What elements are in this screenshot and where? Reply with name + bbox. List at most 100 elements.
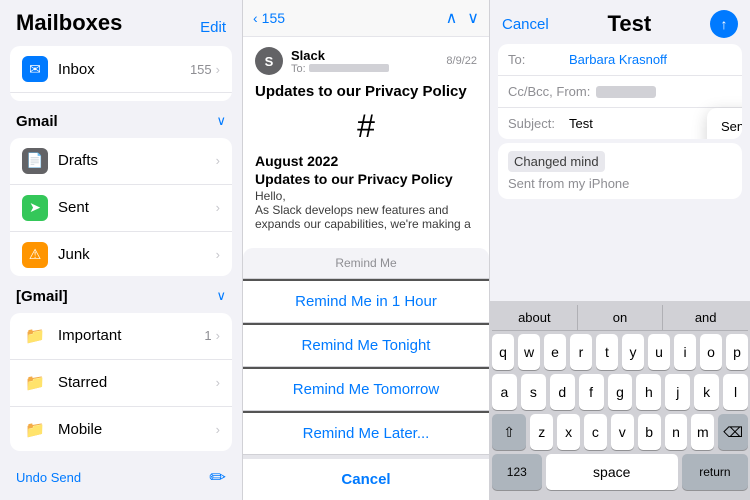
mailboxes-footer: Undo Send ✏ <box>0 455 242 500</box>
sender-avatar: S <box>255 47 283 75</box>
send-button[interactable]: ↑ <box>710 10 738 38</box>
undo-send-button[interactable]: Undo Send <box>16 470 81 485</box>
sent-icon: ➤ <box>22 195 48 221</box>
email-subject: Updates to our Privacy Policy <box>255 83 477 100</box>
key-i[interactable]: i <box>674 334 696 370</box>
vip-row[interactable]: ★ VIP › <box>10 93 232 101</box>
send-now-item[interactable]: Send Now <box>707 108 742 139</box>
return-key[interactable]: return <box>682 454 748 490</box>
suggest-and[interactable]: and <box>663 305 748 330</box>
shift-key[interactable]: ⇧ <box>492 414 526 450</box>
cc-label: Cc/Bcc, From: <box>508 84 590 99</box>
compose-cancel-button[interactable]: Cancel <box>502 16 549 33</box>
content-title1: August 2022 <box>255 153 477 169</box>
mobile-chevron: › <box>216 422 220 437</box>
starred-row[interactable]: 📁 Starred › <box>10 360 232 407</box>
key-n[interactable]: n <box>665 414 688 450</box>
from-info: Slack To: <box>291 48 446 75</box>
send-dropdown: Send Now Send 9:00 PM Tonight Send 8:00 … <box>707 108 742 139</box>
slack-logo-box: # <box>255 108 477 145</box>
key-e[interactable]: e <box>544 334 566 370</box>
gmail-sub-collapse-icon[interactable]: ∨ <box>216 288 226 304</box>
mobile-row[interactable]: 📁 Mobile › <box>10 407 232 451</box>
gmail-sub-header: [Gmail] ∨ <box>0 280 242 309</box>
remind-1hour-button[interactable]: Remind Me in 1 Hour <box>243 279 489 323</box>
compose-body[interactable]: Changed mind Sent from my iPhone <box>498 143 742 199</box>
to-label: To: <box>508 52 563 67</box>
to-pill <box>309 64 389 72</box>
key-t[interactable]: t <box>596 334 618 370</box>
drafts-label: Drafts <box>58 152 216 169</box>
sender-name: Slack <box>291 48 446 63</box>
sent-row[interactable]: ➤ Sent › <box>10 185 232 232</box>
key-x[interactable]: x <box>557 414 580 450</box>
to-field: To: Barbara Krasnoff <box>498 44 742 76</box>
remind-tomorrow-button[interactable]: Remind Me Tomorrow <box>243 367 489 411</box>
remind-tonight-button[interactable]: Remind Me Tonight <box>243 323 489 367</box>
subject-field[interactable]: Subject: Test Send Now Send 9:00 PM Toni… <box>498 108 742 139</box>
email-date: 8/9/22 <box>446 55 477 67</box>
key-z[interactable]: z <box>530 414 553 450</box>
key-p[interactable]: p <box>726 334 748 370</box>
delete-key[interactable]: ⌫ <box>718 414 748 450</box>
junk-row[interactable]: ⚠ Junk › <box>10 232 232 276</box>
starred-label: Starred <box>58 374 216 391</box>
key-s[interactable]: s <box>521 374 546 410</box>
mobile-label: Mobile <box>58 421 216 438</box>
important-chevron: › <box>216 328 220 343</box>
email-nav: ∧ ∨ <box>446 8 479 28</box>
space-key[interactable]: space <box>546 454 678 490</box>
compose-icon[interactable]: ✏ <box>209 465 226 490</box>
next-email-icon[interactable]: ∨ <box>467 8 479 28</box>
key-y[interactable]: y <box>622 334 644 370</box>
key-v[interactable]: v <box>611 414 634 450</box>
starred-folder-icon: 📁 <box>22 370 48 396</box>
key-r[interactable]: r <box>570 334 592 370</box>
key-d[interactable]: d <box>550 374 575 410</box>
key-c[interactable]: c <box>584 414 607 450</box>
sent-chevron: › <box>216 200 220 215</box>
num-key[interactable]: 123 <box>492 454 542 490</box>
key-b[interactable]: b <box>638 414 661 450</box>
remind-later-button[interactable]: Remind Me Later... <box>243 411 489 455</box>
key-o[interactable]: o <box>700 334 722 370</box>
to-line: To: <box>291 63 446 75</box>
drafts-row[interactable]: 📄 Drafts › <box>10 138 232 185</box>
back-icon[interactable]: ‹ <box>253 10 258 26</box>
compose-header: Cancel Test ↑ <box>490 0 750 44</box>
keyboard-row4: 123 space return <box>492 454 748 490</box>
key-j[interactable]: j <box>665 374 690 410</box>
sent-from-text: Sent from my iPhone <box>508 176 732 191</box>
subject-value[interactable]: Test <box>569 116 593 131</box>
key-g[interactable]: g <box>608 374 633 410</box>
gmail-sub-label: [Gmail] <box>16 288 68 305</box>
keyboard-row2: a s d f g h j k l <box>492 374 748 410</box>
email-header: ‹ 155 ∧ ∨ <box>243 0 489 37</box>
gmail-collapse-icon[interactable]: ∨ <box>216 113 226 129</box>
key-u[interactable]: u <box>648 334 670 370</box>
suggest-about[interactable]: about <box>492 305 578 330</box>
email-hello: Hello, <box>255 189 477 203</box>
key-f[interactable]: f <box>579 374 604 410</box>
key-k[interactable]: k <box>694 374 719 410</box>
key-h[interactable]: h <box>636 374 661 410</box>
inbox-badge: 155 <box>190 62 212 77</box>
important-row[interactable]: 📁 Important 1 › <box>10 313 232 360</box>
suggest-row: about on and <box>492 305 748 331</box>
edit-button[interactable]: Edit <box>200 19 226 36</box>
remind-cancel-button[interactable]: Cancel <box>243 455 489 500</box>
main-mailboxes-section: ✉ Inbox 155 › ★ VIP › <box>10 46 232 101</box>
key-m[interactable]: m <box>691 414 714 450</box>
key-q[interactable]: q <box>492 334 514 370</box>
compose-panel: Cancel Test ↑ To: Barbara Krasnoff Cc/Bc… <box>490 0 750 500</box>
key-l[interactable]: l <box>723 374 748 410</box>
inbox-row[interactable]: ✉ Inbox 155 › <box>10 46 232 93</box>
drafts-chevron: › <box>216 153 220 168</box>
key-w[interactable]: w <box>518 334 540 370</box>
prev-email-icon[interactable]: ∧ <box>446 8 458 28</box>
junk-icon: ⚠ <box>22 242 48 268</box>
suggest-on[interactable]: on <box>578 305 664 330</box>
to-value[interactable]: Barbara Krasnoff <box>569 52 667 67</box>
key-a[interactable]: a <box>492 374 517 410</box>
mobile-folder-icon: 📁 <box>22 417 48 443</box>
